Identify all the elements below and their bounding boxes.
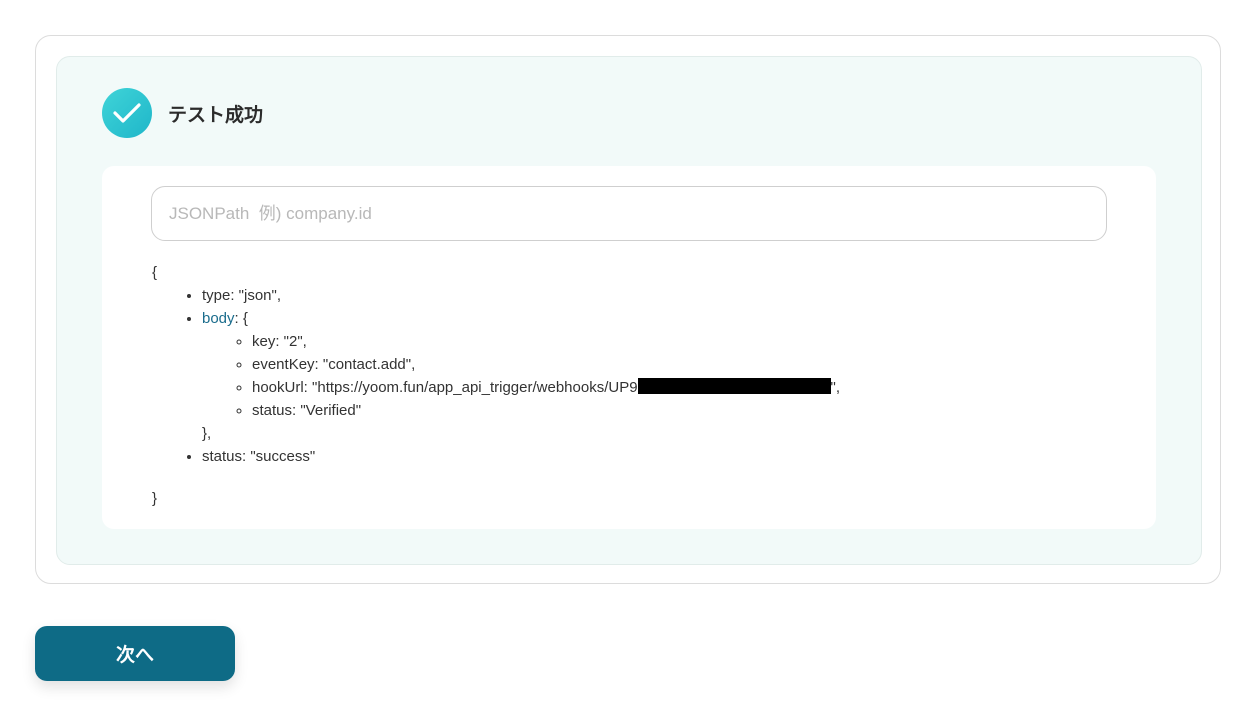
jsonpath-search-input[interactable] — [151, 186, 1107, 241]
redacted-block — [637, 378, 831, 394]
json-item-body: body: { key: "2", eventKey: "contact.add… — [202, 307, 840, 445]
status-header: テスト成功 — [102, 88, 263, 138]
status-title: テスト成功 — [168, 103, 264, 126]
json-body-list: key: "2", eventKey: "contact.add", hookU… — [202, 330, 840, 422]
json-item-hookurl: hookUrl: "https://yoom.fun/app_api_trigg… — [252, 376, 840, 399]
result-panel: テスト成功 { type: "json", body: { key: "2", … — [56, 56, 1202, 565]
json-root-list: type: "json", body: { key: "2", eventKey… — [152, 284, 840, 468]
test-result-card: テスト成功 { type: "json", body: { key: "2", … — [35, 35, 1221, 584]
json-item-type: type: "json", — [202, 284, 840, 307]
json-close-brace: } — [152, 490, 158, 507]
json-item-key: key: "2", — [252, 330, 840, 353]
json-body-close: }, — [202, 425, 212, 442]
body-key-link[interactable]: body — [202, 310, 235, 327]
json-item-eventkey: eventKey: "contact.add", — [252, 353, 840, 376]
check-icon — [102, 88, 152, 138]
json-tree: { type: "json", body: { key: "2", eventK… — [152, 261, 840, 510]
json-output-box: { type: "json", body: { key: "2", eventK… — [102, 166, 1156, 529]
next-button[interactable]: 次へ — [35, 626, 235, 681]
json-open-brace: { — [152, 264, 158, 281]
json-item-status-inner: status: "Verified" — [252, 399, 840, 422]
json-item-status-outer: status: "success" — [202, 445, 840, 468]
